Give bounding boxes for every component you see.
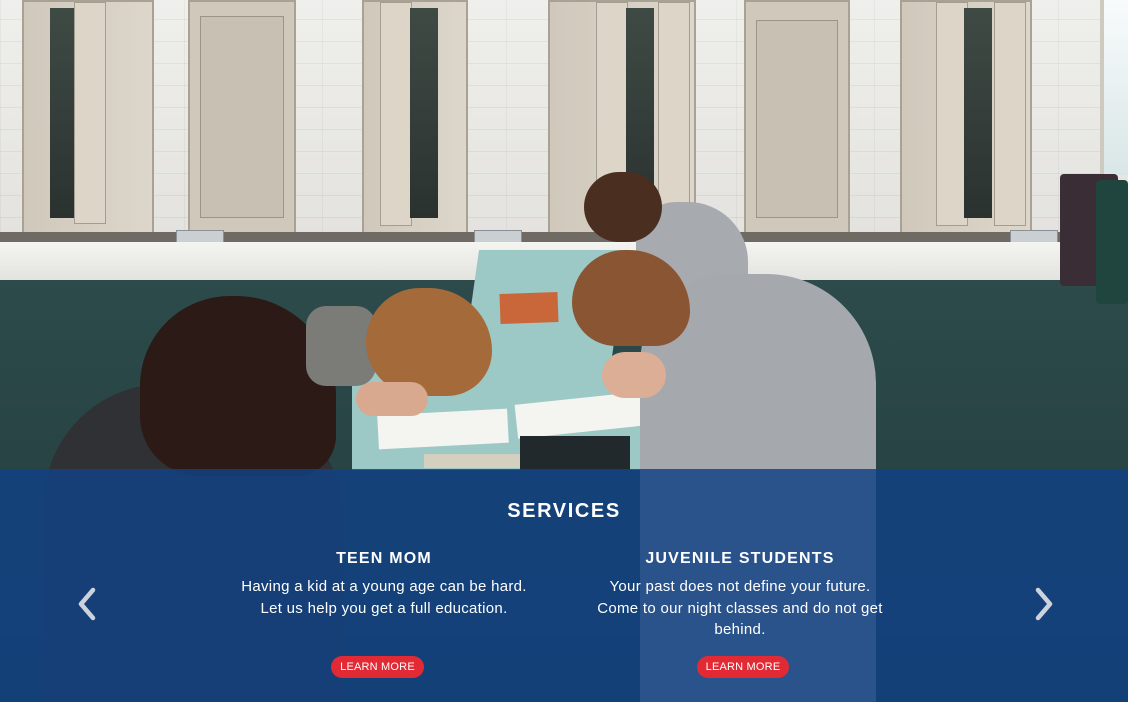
background-door <box>22 0 154 242</box>
background-window <box>1100 0 1128 175</box>
background-person <box>356 382 428 416</box>
baseboard <box>0 232 1128 242</box>
service-card-description: Your past does not define your future. C… <box>597 578 883 638</box>
background-cabinet <box>1096 180 1128 304</box>
background-person <box>602 352 666 398</box>
chevron-left-icon <box>78 587 96 621</box>
background-door <box>744 0 850 242</box>
service-card-description: Having a kid at a young age can be hard.… <box>241 578 527 617</box>
background-book <box>520 436 630 470</box>
service-card-juvenile-students: JUVENILE STUDENTS Your past does not def… <box>590 550 890 641</box>
chevron-right-icon <box>1035 587 1053 621</box>
background-door <box>362 0 468 242</box>
background-door <box>900 0 1032 242</box>
carousel-prev-button[interactable] <box>75 586 99 622</box>
learn-more-button-teen-mom[interactable]: LEARN MORE <box>331 656 424 678</box>
background-book <box>424 454 520 468</box>
background-book <box>499 291 559 325</box>
service-card-heading: JUVENILE STUDENTS <box>645 550 835 567</box>
carousel-next-button[interactable] <box>1032 586 1056 622</box>
learn-more-button-juvenile-students[interactable]: LEARN MORE <box>697 656 789 678</box>
service-card-teen-mom: TEEN MOM Having a kid at a young age can… <box>234 550 534 619</box>
background-door <box>188 0 296 242</box>
service-card-heading: TEEN MOM <box>336 550 432 567</box>
background-person <box>584 172 662 242</box>
services-title: SERVICES <box>507 500 621 522</box>
